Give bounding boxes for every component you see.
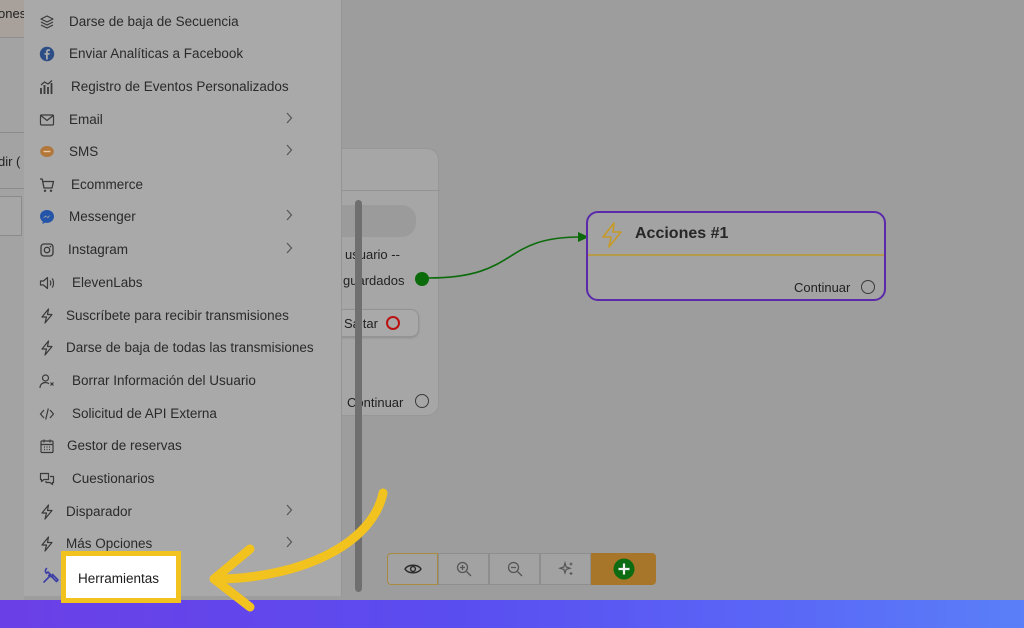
menu-item-external-api[interactable]: Solicitud de API Externa [24,398,342,430]
menu-item-instagram[interactable]: Instagram [24,234,342,266]
left-panel-tab-label: ones [0,6,27,21]
chart-icon [40,80,53,94]
facebook-icon [39,46,55,62]
lightning-icon [41,504,53,520]
calendar-icon [40,439,54,454]
menu-item-messenger[interactable]: Messenger [24,201,342,233]
add-icon [613,558,634,580]
layers-icon [40,15,54,29]
node-card-text-2: guardados [343,273,405,288]
chat-icon [39,472,55,486]
add-node-button[interactable] [591,553,656,585]
menu-item-label: Solicitud de API Externa [72,406,217,421]
menu-item-label: Cuestionarios [72,471,155,486]
canvas-toolbar [387,553,656,585]
zoom-in-button[interactable] [438,553,489,585]
menu-item-label: Suscríbete para recibir transmisiones [66,308,289,323]
actions-node-continue-label: Continuar [794,280,851,295]
menu-item-facebook-analytics[interactable]: Enviar Analíticas a Facebook [24,38,342,70]
menu-item-label: Ecommerce [71,177,144,192]
menu-item-label: Disparador [66,504,133,519]
actions-node-title: Acciones #1 [635,225,729,242]
menu-item-label: Email [69,112,103,127]
chevron-right-icon [286,112,293,124]
lightning-icon [602,222,622,248]
menu-item-label: Instagram [68,242,129,257]
eye-icon [403,564,422,574]
output-port-green[interactable] [415,272,429,286]
menu-scrollbar-thumb[interactable] [355,200,362,592]
menu-item-subscribe-broadcasts[interactable]: Suscríbete para recibir transmisiones [24,300,342,332]
left-panel-text: dir ( [0,154,21,169]
left-panel-tab[interactable]: ones [0,0,27,38]
menu-item-label: ElevenLabs [72,275,143,290]
actions-node-continue-port[interactable] [861,280,875,294]
menu-item-unsubscribe-all[interactable]: Darse de baja de todas las transmisiones [24,332,342,364]
zoom-out-button[interactable] [489,553,540,585]
menu-item-questionnaires[interactable]: Cuestionarios [24,463,342,495]
menu-item-tools-highlighted[interactable]: Herramientas [61,551,181,603]
menu-item-email[interactable]: Email [24,104,342,136]
menu-scrollbar[interactable] [355,200,363,595]
menu-item-label: Enviar Analíticas a Facebook [69,46,244,61]
messenger-icon [40,210,54,224]
menu-item-trigger[interactable]: Disparador [24,496,342,528]
zoom-in-icon [456,561,471,577]
chevron-right-icon [286,536,293,548]
actions-node[interactable]: Acciones #1 Continuar [586,211,886,301]
user-remove-icon [39,374,54,389]
cart-icon [40,178,55,192]
node-card-text-1: usuario -- [345,247,400,262]
actions-dropdown-menu: Darse de baja de Secuencia Enviar Analít… [24,0,362,596]
preview-button[interactable] [387,553,438,585]
bottom-gradient-bar [0,600,1024,628]
menu-item-label: SMS [69,144,99,159]
menu-item-custom-events[interactable]: Registro de Eventos Personalizados [24,71,342,103]
instagram-icon [40,243,54,257]
divider [0,188,24,189]
zoom-out-icon [507,561,522,577]
lightning-icon [41,308,53,324]
tools-icon [43,567,59,583]
menu-item-elevenlabs[interactable]: ElevenLabs [24,267,342,299]
menu-item-label: Darse de baja de todas las transmisiones [66,340,314,355]
chevron-right-icon [286,504,293,516]
menu-item-tools-label: Herramientas [78,571,160,586]
auto-arrange-button[interactable] [540,553,591,585]
sms-icon [40,146,54,157]
left-panel-edge: ones dir ( [0,0,27,600]
menu-item-label: Darse de baja de Secuencia [69,14,239,29]
menu-item-unsubscribe-sequence[interactable]: Darse de baja de Secuencia [24,6,342,38]
chevron-right-icon [286,242,293,254]
divider [0,132,24,133]
menu-item-sms[interactable]: SMS [24,136,342,168]
menu-item-booking-manager[interactable]: Gestor de reservas [24,430,342,462]
code-icon [39,408,55,420]
chevron-right-icon [286,209,293,221]
menu-item-label: Borrar Información del Usuario [72,373,256,388]
menu-item-label: Messenger [69,209,136,224]
menu-item-label: Más Opciones [66,536,153,551]
left-panel-field[interactable] [0,196,22,236]
chevron-right-icon [286,144,293,156]
speaker-icon [39,276,55,290]
mail-icon [39,114,55,126]
menu-item-label: Gestor de reservas [67,438,182,453]
menu-item-delete-user-info[interactable]: Borrar Información del Usuario [24,365,342,397]
menu-item-label: Registro de Eventos Personalizados [71,79,289,94]
lightning-icon [41,340,53,356]
skip-port[interactable] [386,316,400,330]
lightning-icon [41,536,53,552]
menu-item-ecommerce[interactable]: Ecommerce [24,169,342,201]
magic-icon [557,561,572,575]
actions-node-header: Acciones #1 [588,213,884,256]
continue-port[interactable] [415,394,429,408]
